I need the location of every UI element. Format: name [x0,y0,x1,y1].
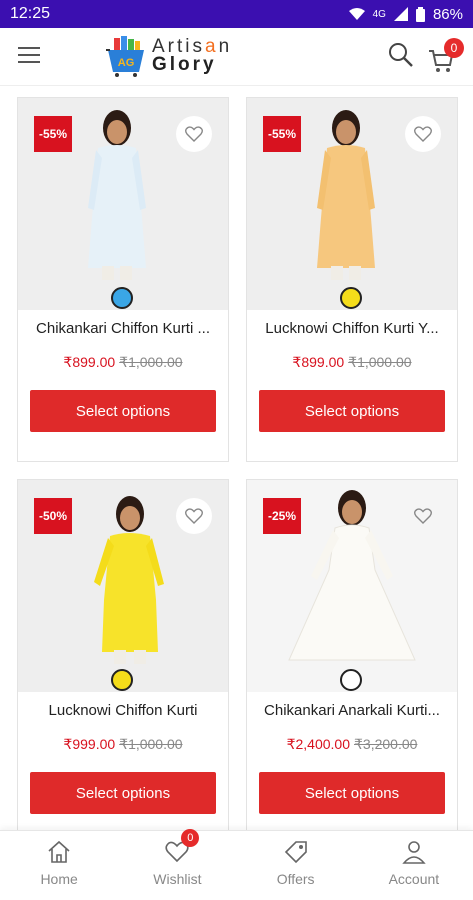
heart-icon [414,508,432,524]
user-icon [402,841,426,864]
regular-price: ₹1,000.00 [348,354,412,370]
select-options-button[interactable]: Select options [30,390,216,432]
color-swatch[interactable] [340,287,362,309]
regular-price: ₹3,200.00 [354,736,418,752]
product-card[interactable]: -25% Chikankari Anarkali Kurti... ₹2,400… [246,479,458,830]
select-options-button[interactable]: Select options [259,772,445,814]
product-card[interactable]: -55% Chikankari Chiffon Kurti ... ₹899.0… [17,97,229,462]
logo[interactable]: AG Artisan Glory [104,31,274,81]
discount-badge: -55% [263,116,301,152]
nav-offers-label: Offers [276,871,315,887]
hamburger-icon [18,47,40,49]
search-icon [389,43,413,67]
svg-text:AG: AG [118,57,135,69]
wishlist-button[interactable] [405,116,441,152]
battery-level: 86% [432,5,463,23]
product-title[interactable]: Chikankari Anarkali Kurti... [247,702,457,719]
product-price: ₹899.00 ₹1,000.00 [18,354,228,371]
logo-basket-icon: AG [104,34,148,78]
sale-price: ₹2,400.00 [286,736,350,752]
bottom-navigation: Home 0 Wishlist Offers Account [0,829,473,900]
wishlist-button[interactable] [405,498,441,534]
nav-offers[interactable]: Offers [237,831,355,900]
menu-button[interactable] [18,47,40,65]
nav-home[interactable]: Home [0,831,118,900]
nav-account-label: Account [388,871,440,887]
product-grid: -55% Chikankari Chiffon Kurti ... ₹899.0… [0,86,473,830]
wifi-icon [348,8,365,20]
heart-icon [185,508,203,524]
discount-badge: -55% [34,116,72,152]
discount-badge: -50% [34,498,72,534]
nav-home-label: Home [40,871,78,887]
sale-price: ₹899.00 [292,354,345,370]
status-icons: 4G 86% [348,5,463,23]
wishlist-button[interactable] [176,116,212,152]
select-options-button[interactable]: Select options [259,390,445,432]
logo-line-2: Glory [152,54,217,75]
cart-count-badge: 0 [444,38,464,58]
product-card[interactable]: -55% Lucknowi Chiffon Kurti Y... ₹899.00… [246,97,458,462]
regular-price: ₹1,000.00 [119,354,183,370]
network-type: 4G [372,8,386,20]
heart-icon [414,126,432,142]
color-swatch[interactable] [111,287,133,309]
color-swatch[interactable] [340,669,362,691]
sale-price: ₹999.00 [63,736,116,752]
wishlist-count-badge: 0 [181,829,200,847]
battery-icon [415,6,425,22]
heart-icon [185,126,203,142]
product-price: ₹899.00 ₹1,000.00 [247,354,457,371]
nav-wishlist-label: Wishlist [153,871,202,887]
product-price: ₹2,400.00 ₹3,200.00 [247,736,457,753]
wishlist-button[interactable] [176,498,212,534]
app-header: AG Artisan Glory 0 [0,28,473,86]
select-options-button[interactable]: Select options [30,772,216,814]
cart-button[interactable]: 0 [428,38,464,72]
status-time: 12:25 [10,5,51,22]
logo-text: Artisan Glory [152,37,232,75]
discount-badge: -25% [263,498,301,534]
sale-price: ₹899.00 [63,354,116,370]
product-title[interactable]: Lucknowi Chiffon Kurti [18,702,228,719]
nav-account[interactable]: Account [355,831,473,900]
product-title[interactable]: Lucknowi Chiffon Kurti Y... [247,320,457,337]
tag-icon [284,841,307,864]
regular-price: ₹1,000.00 [119,736,183,752]
product-title[interactable]: Chikankari Chiffon Kurti ... [18,320,228,337]
search-button[interactable] [388,42,414,68]
status-bar: 12:25 4G 86% [0,0,473,28]
product-price: ₹999.00 ₹1,000.00 [18,736,228,753]
signal-icon [393,7,408,21]
color-swatch[interactable] [111,669,133,691]
home-icon [48,840,70,863]
nav-wishlist[interactable]: 0 Wishlist [118,829,236,900]
product-card[interactable]: -50% Lucknowi Chiffon Kurti ₹999.00 ₹1,00… [17,479,229,830]
